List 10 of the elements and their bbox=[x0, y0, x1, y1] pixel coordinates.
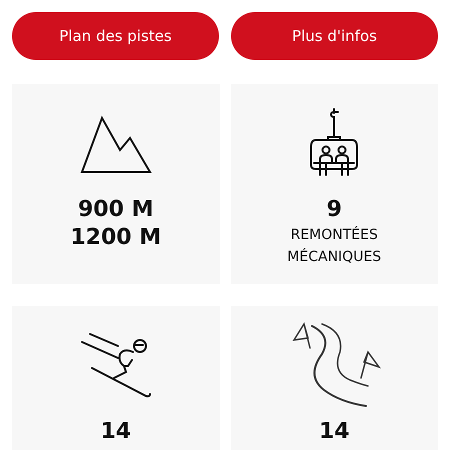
mountain-icon bbox=[80, 114, 152, 174]
stat-label: MÉCANIQUES bbox=[287, 247, 382, 267]
stat-value: 900 M bbox=[78, 196, 154, 224]
action-button[interactable]: Plan des pistes bbox=[12, 12, 219, 60]
stat-value: 14 bbox=[318, 418, 350, 446]
stat-label: REMONTÉES bbox=[290, 225, 378, 245]
stat-value: 1200 M bbox=[70, 224, 162, 252]
stat-value: 9 bbox=[326, 196, 342, 224]
action-button[interactable]: Plus d'infos bbox=[231, 12, 438, 60]
stat-value: 14 bbox=[100, 418, 132, 446]
